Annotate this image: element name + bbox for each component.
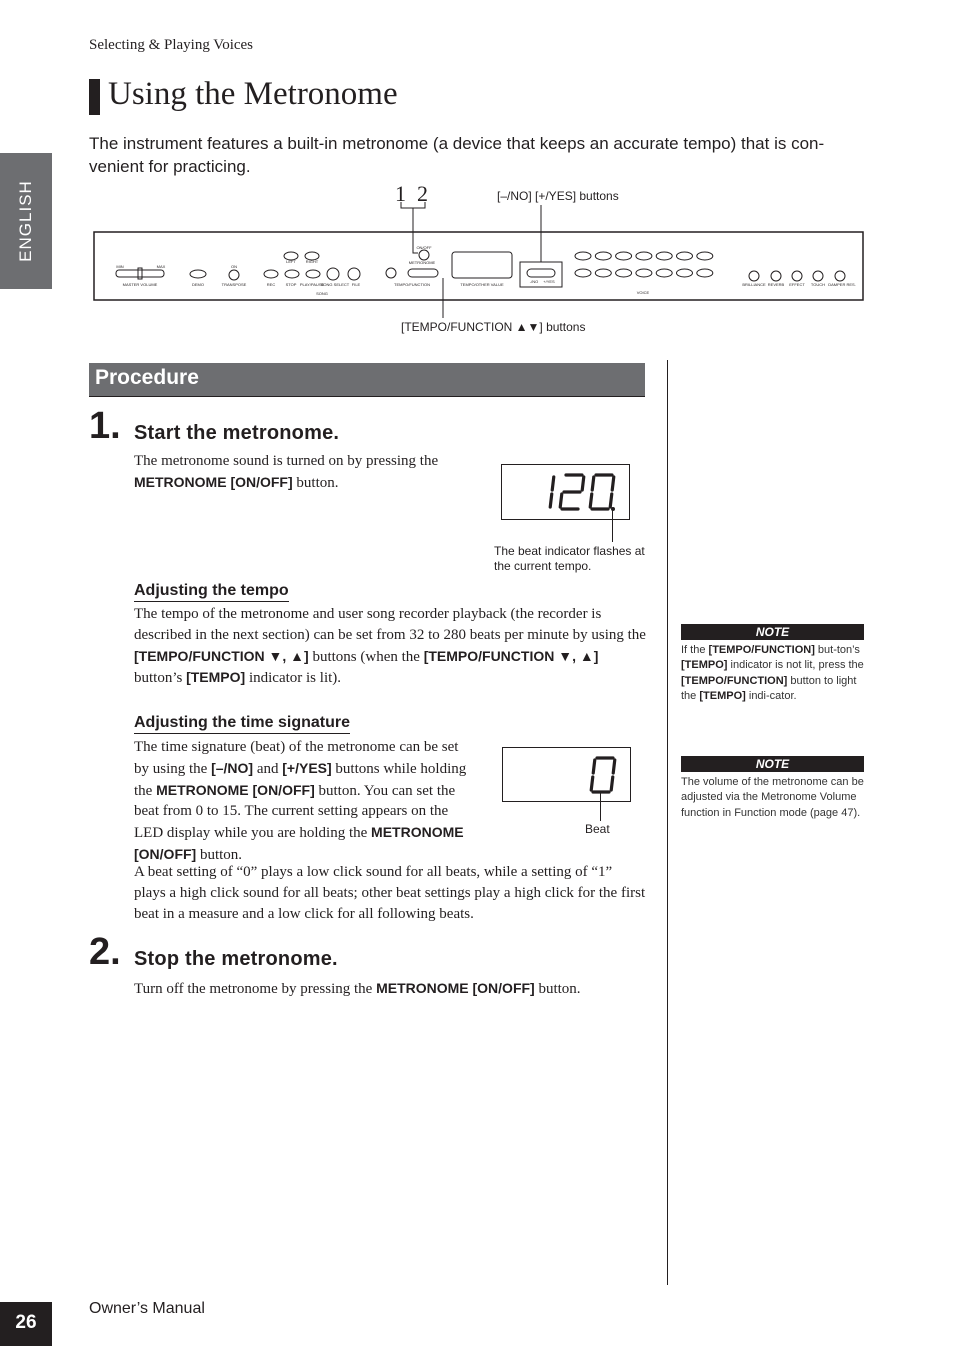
step-2-text: Turn off the metronome by pressing the M…	[134, 980, 581, 997]
label-transpose: TRANSPOSE	[222, 282, 247, 287]
led-segment	[550, 475, 556, 492]
control-panel-diagram: MASTER VOLUME MIN MAX DEMO TRANSPOSE ON …	[93, 202, 864, 318]
label-on-off: ON/OFF	[416, 245, 432, 250]
note-heading: NOTE	[681, 624, 864, 640]
note-text: If the [TEMPO/FUNCTION] but-ton’s [TEMPO…	[681, 644, 864, 702]
timesig-text-2: A beat setting of “0” plays a low click …	[134, 864, 646, 922]
label-rec: REC	[267, 282, 276, 287]
led-display-tempo	[501, 464, 630, 520]
note-1: NOTE If the [TEMPO/FUNCTION] but-ton’s […	[681, 624, 864, 704]
led-segment	[580, 475, 586, 492]
step-2-number: 2.	[89, 931, 121, 973]
led-segment	[608, 492, 614, 509]
led-segment	[609, 775, 615, 792]
footer-manual: Owner’s Manual	[89, 1300, 205, 1317]
step-1-title: Start the metronome.	[134, 422, 340, 444]
note-text: The volume of the metronome can be adjus…	[681, 776, 864, 819]
tempo-heading: Adjusting the tempo	[134, 582, 289, 602]
led-segment	[589, 775, 595, 792]
note-heading: NOTE	[681, 756, 864, 772]
label-brilliance: BRILLIANCE	[742, 282, 766, 287]
label-file: FILE	[352, 282, 361, 287]
label-no: -/NO	[530, 279, 538, 284]
beat-line	[600, 793, 601, 821]
timesig-text: The time signature (beat) of the metrono…	[134, 739, 467, 863]
procedure-bar: Procedure	[89, 363, 645, 397]
note-2: NOTE The volume of the metronome can be …	[681, 756, 864, 821]
led-display-beat	[502, 747, 631, 802]
page-number: 26	[15, 1312, 37, 1333]
label-voice: VOICE	[637, 290, 650, 295]
step-1-text: The metronome sound is turned on by pres…	[134, 453, 439, 491]
led-segment	[611, 758, 617, 775]
page-number-box: 26	[0, 1302, 52, 1346]
tempo-text: The tempo of the metronome and user song…	[134, 606, 646, 687]
led-segment	[558, 492, 564, 509]
label-max: MAX	[157, 264, 166, 269]
label-master-volume: MASTER VOLUME	[123, 282, 158, 287]
beat-indicator-line	[612, 510, 613, 542]
step-1-number: 1.	[89, 405, 121, 447]
label-song-select: SONG SELECT	[321, 282, 350, 287]
label-min: MIN	[116, 264, 123, 269]
label-reverb: REVERB	[768, 282, 785, 287]
led-segment	[591, 758, 597, 775]
timesig-heading: Adjusting the time signature	[134, 714, 351, 734]
label-on: ON	[231, 264, 237, 269]
column-divider	[667, 360, 668, 1285]
label-effect: EFFECT	[789, 282, 805, 287]
led-segment	[588, 492, 594, 509]
step-2-title: Stop the metronome.	[134, 948, 338, 970]
led-segment	[590, 475, 596, 492]
label-left: LEFT	[286, 259, 296, 264]
beat-caption: Beat	[585, 822, 610, 836]
label-stop: STOP	[286, 282, 297, 287]
procedure-heading: Procedure	[95, 366, 199, 389]
label-demo: DEMO	[192, 282, 204, 287]
label-damper: DAMPER RES.	[828, 282, 856, 287]
label-touch: TOUCH	[811, 282, 825, 287]
tempo-display-caption: The beat indicator flashes at the curren…	[494, 544, 645, 573]
led-segment	[610, 475, 616, 492]
label-yes: +/YES	[543, 279, 555, 284]
label-song: SONG	[316, 291, 328, 296]
label-right: RIGHT	[306, 259, 319, 264]
label-metronome: METRONOME	[409, 260, 436, 265]
label-tempo-function: TEMPO/FUNCTION	[394, 282, 430, 287]
led-digits	[548, 473, 616, 511]
led-segment	[548, 492, 554, 509]
led-digits	[589, 756, 617, 794]
label-tempo-value: TEMPO/OTHER VALUE	[460, 282, 504, 287]
